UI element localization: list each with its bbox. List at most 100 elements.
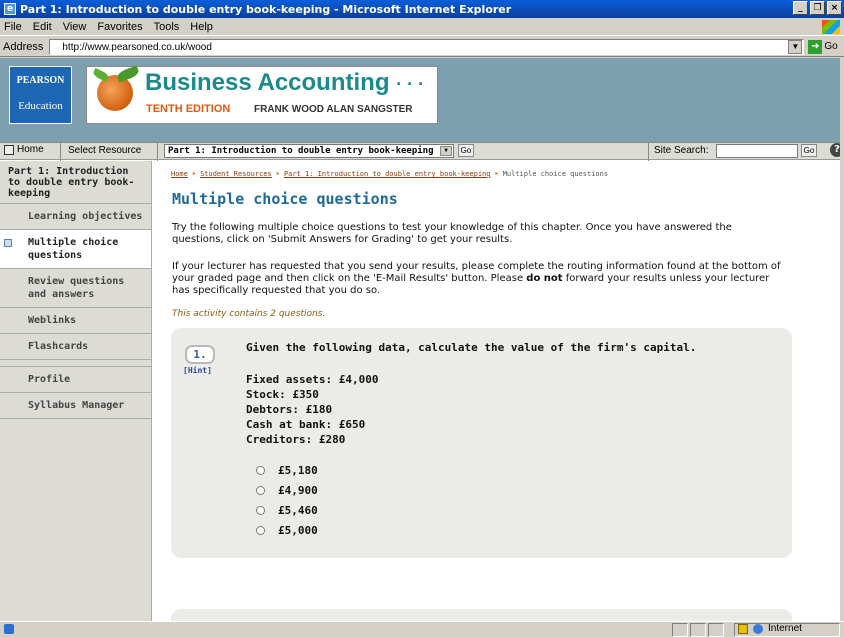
answer-option[interactable]: £5,000	[256, 524, 318, 537]
answer-option-label: £4,900	[278, 484, 318, 497]
sidebar-item-review-questions[interactable]: Review questions and answers	[0, 269, 151, 308]
windows-logo-icon	[822, 20, 840, 34]
security-zone: Internet	[768, 623, 802, 634]
sidebar: Part 1: Introduction to double entry boo…	[0, 161, 152, 621]
instructions-paragraph: If your lecturer has requested that you …	[172, 261, 782, 297]
chevron-right-icon: ➤	[275, 170, 280, 178]
current-page-icon	[4, 239, 12, 247]
globe-icon	[753, 624, 763, 634]
minimize-button[interactable]: _	[793, 1, 808, 15]
maximize-button[interactable]: ❐	[810, 1, 825, 15]
sidebar-item-syllabus-manager[interactable]: Syllabus Manager	[0, 393, 151, 419]
chevron-right-icon: ➤	[494, 170, 499, 178]
data-line: Fixed assets: £4,000	[246, 373, 379, 386]
status-cell	[672, 623, 688, 637]
book-title-dots: · · ·	[396, 74, 425, 94]
radio-button[interactable]	[256, 486, 265, 495]
sidebar-item-profile[interactable]: Profile	[0, 366, 151, 393]
page-title: Multiple choice questions	[172, 190, 398, 208]
divider	[60, 143, 61, 161]
page-viewport: PEARSON Education Business Accounting · …	[0, 58, 844, 621]
menu-help[interactable]: Help	[190, 21, 213, 33]
book-edition: TENTH EDITION	[146, 103, 231, 115]
home-link[interactable]: Home	[4, 144, 44, 155]
pearson-logo[interactable]: PEARSON Education	[9, 66, 72, 124]
breadcrumb-current: Multiple choice questions	[502, 170, 609, 178]
menu-tools[interactable]: Tools	[154, 21, 180, 33]
book-title: Business Accounting · · ·	[145, 69, 424, 97]
menu-edit[interactable]: Edit	[33, 21, 52, 33]
sidebar-item-multiple-choice[interactable]: Multiple choice questions	[0, 230, 151, 269]
menu-view[interactable]: View	[63, 21, 87, 33]
go-label: Go	[824, 41, 838, 52]
address-input[interactable]: http://www.pearsoned.co.uk/wood	[49, 38, 805, 55]
sidebar-item-label: Multiple choice questions	[28, 237, 119, 261]
radio-button[interactable]	[256, 526, 265, 535]
hint-link[interactable]: [Hint]	[183, 366, 212, 375]
go-button[interactable]: ➜ Go	[808, 39, 838, 54]
answer-option[interactable]: £4,900	[256, 484, 318, 497]
data-line: Cash at bank: £650	[246, 418, 366, 431]
address-bar: Address http://www.pearsoned.co.uk/wood …	[0, 37, 844, 57]
breadcrumb-student-resources[interactable]: Student Resources	[200, 170, 272, 178]
sidebar-item-weblinks[interactable]: Weblinks	[0, 308, 151, 334]
sidebar-item-flashcards[interactable]: Flashcards	[0, 334, 151, 360]
intro-paragraph: Try the following multiple choice questi…	[172, 222, 732, 245]
menu-file[interactable]: File	[4, 21, 22, 33]
address-dropdown-icon[interactable]: ▼	[788, 39, 803, 54]
sidebar-item-label: Review questions and answers	[28, 276, 125, 300]
instructions-emphasis: do not	[526, 273, 563, 284]
divider	[648, 143, 649, 161]
site-banner: PEARSON Education Business Accounting · …	[0, 58, 844, 142]
answer-option-label: £5,180	[278, 464, 318, 477]
vertical-scrollbar[interactable]	[840, 58, 844, 621]
search-go-button[interactable]: Go	[801, 144, 817, 157]
part-select-value: Part 1: Introduction to double entry boo…	[168, 146, 434, 156]
sidebar-item-learning-objectives[interactable]: Learning objectives	[0, 204, 151, 230]
sidebar-item-label: Flashcards	[28, 341, 89, 352]
menu-bar: File Edit View Favorites Tools Help	[0, 18, 844, 36]
main-content: Home ➤ Student Resources ➤ Part 1: Introduct…	[153, 161, 844, 621]
part-select[interactable]: Part 1: Introduction to double entry boo…	[164, 144, 454, 158]
ie-page-icon	[4, 624, 14, 634]
data-line: Debtors: £180	[246, 403, 333, 416]
status-cell	[708, 623, 724, 637]
question-data: Fixed assets: £4,000 Stock: £350 Debtors…	[246, 372, 378, 447]
go-arrow-icon: ➜	[808, 39, 823, 54]
answer-option[interactable]: £5,180	[256, 464, 318, 477]
education-text: Education	[18, 100, 63, 112]
pearson-text: PEARSON	[16, 75, 65, 86]
question-number: 1.	[185, 345, 215, 364]
data-line: Creditors: £280	[246, 433, 346, 446]
answer-option-label: £5,000	[278, 524, 318, 537]
book-authors: FRANK WOOD ALAN SANGSTER	[254, 104, 413, 115]
question-card: 1. [Hint] Given the following data, calc…	[171, 328, 792, 558]
menu-favorites[interactable]: Favorites	[97, 21, 142, 33]
answer-option[interactable]: £5,460	[256, 504, 318, 517]
status-bar: Internet	[0, 621, 844, 637]
question-card-next	[171, 609, 792, 621]
book-logo: Business Accounting · · · TENTH EDITION …	[86, 65, 438, 124]
site-search-label: Site Search:	[654, 145, 709, 156]
browser-window: e Part 1: Introduction to double entry b…	[0, 0, 844, 637]
data-line: Stock: £350	[246, 388, 319, 401]
title-bar: e Part 1: Introduction to double entry b…	[0, 0, 844, 18]
radio-button[interactable]	[256, 466, 265, 475]
close-button[interactable]: ×	[827, 1, 842, 15]
part-go-button[interactable]: Go	[458, 144, 474, 157]
home-label: Home	[17, 144, 44, 155]
sidebar-item-label: Syllabus Manager	[28, 400, 125, 411]
breadcrumb-part[interactable]: Part 1: Introduction to double entry boo…	[284, 170, 491, 178]
site-search-input[interactable]	[716, 144, 798, 158]
lock-icon	[738, 624, 748, 634]
book-title-text: Business Accounting	[145, 69, 390, 96]
divider	[157, 143, 158, 161]
window-title: Part 1: Introduction to double entry boo…	[20, 2, 512, 16]
address-label: Address	[3, 40, 44, 53]
sidebar-item-label: Learning objectives	[28, 211, 143, 222]
radio-button[interactable]	[256, 506, 265, 515]
chevron-down-icon: ▼	[440, 146, 452, 156]
answer-option-label: £5,460	[278, 504, 318, 517]
sidebar-item-label: Weblinks	[28, 315, 77, 326]
breadcrumb-home[interactable]: Home	[171, 170, 188, 178]
